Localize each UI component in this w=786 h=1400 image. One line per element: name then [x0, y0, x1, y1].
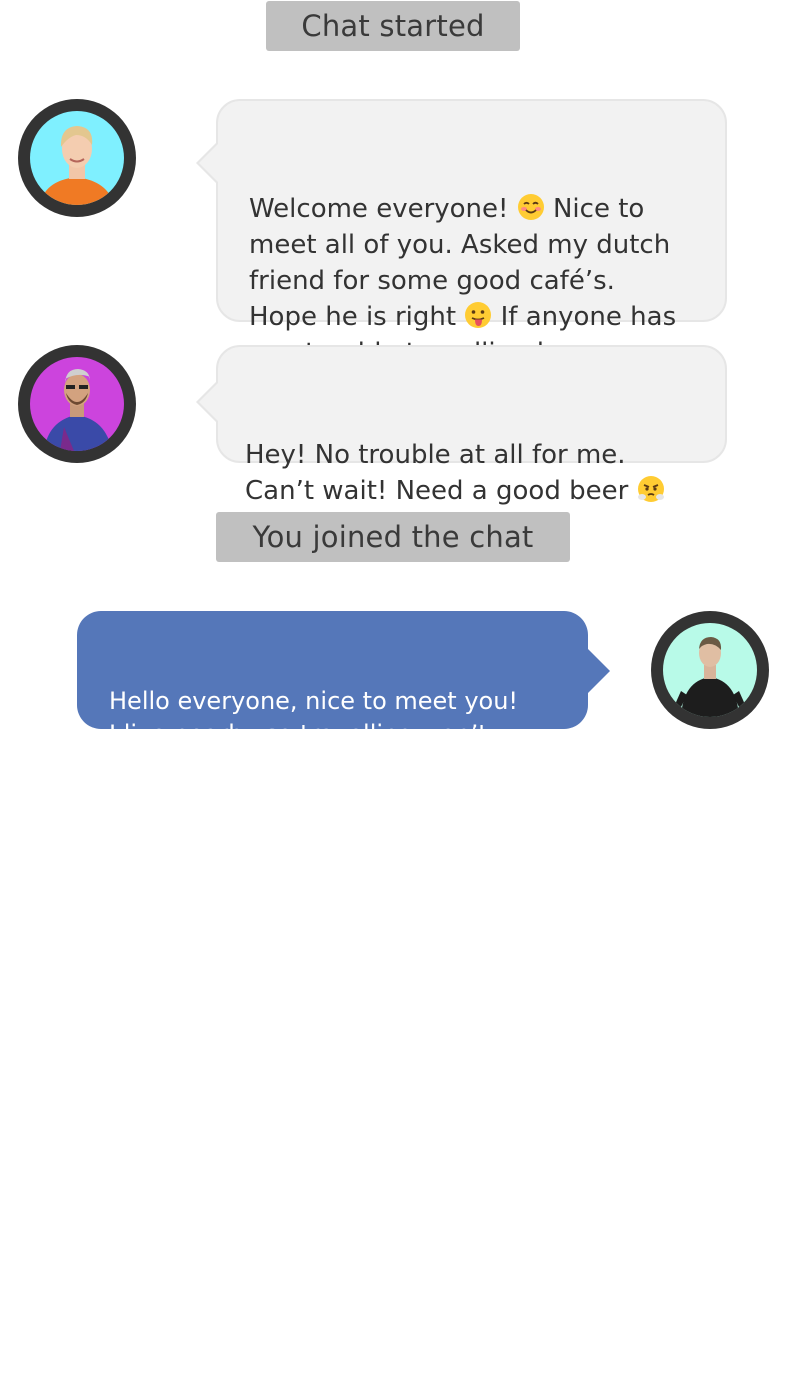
- steam-from-nose-emoji-icon: [637, 476, 664, 502]
- avatar-participant-1[interactable]: [18, 99, 136, 217]
- bubble-tail: [196, 141, 219, 185]
- smiling-blush-emoji-icon: [517, 194, 544, 220]
- tongue-out-emoji-icon: [465, 302, 492, 328]
- system-message-chat-started: Chat started: [266, 1, 520, 51]
- message-bubble-participant-2: Hey! No trouble at all for me. Can’t wai…: [196, 345, 727, 506]
- avatar-me[interactable]: [651, 611, 769, 729]
- avatar-participant-2[interactable]: [18, 345, 136, 463]
- message-text: Welcome everyone! Nice to meet all of yo…: [249, 194, 677, 368]
- message-bubble-participant-1: Welcome everyone! Nice to meet all of yo…: [196, 99, 727, 368]
- bubble-tail: [588, 649, 610, 693]
- bubble-tail: [196, 380, 219, 424]
- message-text: Hello everyone, nice to meet you! I live…: [109, 687, 519, 781]
- message-bubble-me: Hello everyone, nice to meet you! I live…: [77, 611, 610, 781]
- avatar-photo: [663, 623, 757, 717]
- system-message-you-joined: You joined the chat: [216, 512, 570, 562]
- avatar-photo: [30, 357, 124, 451]
- message-text: Hey! No trouble at all for me. Can’t wai…: [245, 437, 715, 509]
- avatar-photo: [30, 111, 124, 205]
